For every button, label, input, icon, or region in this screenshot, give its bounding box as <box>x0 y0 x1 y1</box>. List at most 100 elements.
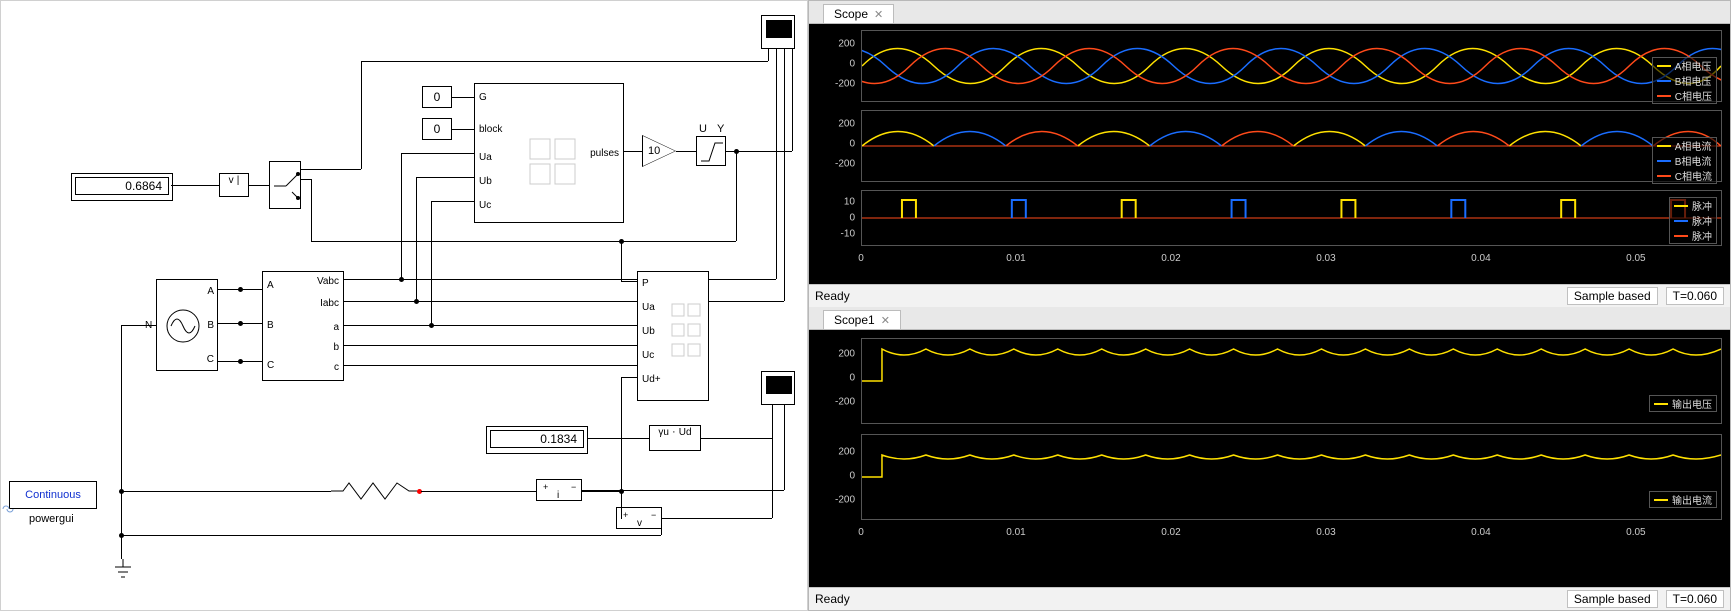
xtick: 0.02 <box>1161 527 1180 538</box>
wire <box>121 325 122 535</box>
xtick: 0.01 <box>1006 527 1025 538</box>
ytick: 200 <box>813 119 855 130</box>
ytick: 200 <box>813 447 855 458</box>
scope-icon <box>766 20 792 38</box>
switch-block[interactable] <box>269 161 301 209</box>
port-cub: Ub <box>642 326 655 337</box>
three-phase-measurement-block[interactable]: A B C Vabc Iabc a b c <box>262 271 344 381</box>
wire <box>701 438 772 439</box>
display2-block[interactable]: 0.1834 <box>486 426 588 454</box>
wire <box>621 281 637 282</box>
legend-item: 脉冲 <box>1692 198 1712 213</box>
wire <box>416 177 474 178</box>
wire <box>249 185 269 186</box>
node <box>734 149 739 154</box>
scope1-body[interactable]: 200 0 -200 200 0 -200 输出电压 <box>809 330 1730 587</box>
three-phase-source-block[interactable]: A B C N <box>156 279 218 371</box>
wire <box>624 151 642 152</box>
voltage-sensor-block[interactable]: +−v <box>616 507 662 529</box>
converter-block[interactable]: P Ua Ub Uc Ud+ <box>637 271 709 401</box>
port-cua: Ua <box>642 302 655 313</box>
scope1-block[interactable] <box>761 371 795 405</box>
ytick: 0 <box>813 471 855 482</box>
wire <box>431 201 474 202</box>
node <box>619 239 624 244</box>
svg-text:i: i <box>557 490 559 501</box>
wire <box>311 241 736 242</box>
scope1-tab[interactable]: Scope1 ✕ <box>823 310 901 329</box>
xtick: 0.04 <box>1471 527 1490 538</box>
ytick: 200 <box>813 39 855 50</box>
scope-block[interactable] <box>761 15 795 49</box>
svg-text:+: + <box>623 510 628 520</box>
current-sensor-block[interactable]: +−i <box>536 479 582 501</box>
scope-tab[interactable]: Scope ✕ <box>823 4 894 23</box>
port-uc: Uc <box>479 200 491 211</box>
simulink-canvas[interactable]: 0 0 G block Ua Ub Uc pulses 10 U <box>0 0 808 611</box>
legend-current: A相电流 B相电流 C相电流 <box>1652 137 1717 184</box>
ytick: -10 <box>813 229 855 240</box>
wire <box>311 179 312 241</box>
close-icon[interactable]: ✕ <box>881 314 890 327</box>
root: 0 0 G block Ua Ub Uc pulses 10 U <box>0 0 1731 611</box>
ground-icon <box>113 559 133 581</box>
constant-g[interactable]: 0 <box>422 86 452 108</box>
legend-pulse: 脉冲 脉冲 脉冲 <box>1669 197 1717 244</box>
scope-body[interactable]: 200 0 -200 200 0 -200 10 0 -10 A相电压 <box>809 24 1730 284</box>
svg-text:−: − <box>571 482 576 492</box>
wire <box>401 153 402 279</box>
legend-item: A相电压 <box>1675 58 1712 73</box>
saturation-block[interactable] <box>696 136 726 166</box>
abs-block[interactable]: v | <box>219 173 249 197</box>
wire <box>736 151 737 241</box>
wire <box>361 61 768 62</box>
wire <box>586 438 649 439</box>
pulse-generator-block[interactable]: G block Ua Ub Uc pulses <box>474 83 624 223</box>
wire <box>452 97 474 98</box>
scope-yaxis: 200 0 -200 200 0 -200 10 0 -10 <box>809 24 859 284</box>
legend-voltage: A相电压 B相电压 C相电压 <box>1652 57 1717 104</box>
node <box>619 489 624 494</box>
wire <box>792 55 793 151</box>
wire <box>121 535 661 536</box>
mean-block[interactable]: γu · Ud <box>649 425 701 451</box>
wire <box>621 377 622 459</box>
wire <box>662 518 772 519</box>
display1-block[interactable]: 0.6864 <box>71 173 173 201</box>
powergui-block[interactable]: Continuous <box>9 481 97 509</box>
port-udp: Ud+ <box>642 374 661 385</box>
resistor-block[interactable] <box>331 481 421 501</box>
scope-panels: Scope ✕ 200 0 -200 200 0 -200 10 0 -10 <box>808 0 1731 611</box>
wire <box>676 151 696 152</box>
sat-in-label: U <box>699 123 707 135</box>
powergui-mode: Continuous <box>25 489 81 501</box>
port-c2: c <box>334 362 339 373</box>
wire <box>121 325 156 326</box>
thyristor-bridge-icon <box>670 302 704 362</box>
ytick: 10 <box>813 197 855 208</box>
scope1-tab-label: Scope1 <box>834 313 875 327</box>
legend-item: C相电流 <box>1675 168 1712 183</box>
wire <box>776 55 777 279</box>
status-ready: Ready <box>815 592 850 606</box>
ground-block[interactable] <box>113 559 133 581</box>
scope-status-bar: Ready Sample based T=0.060 <box>809 284 1730 307</box>
wire <box>784 411 785 490</box>
scope1-tabbar: Scope1 ✕ <box>809 307 1730 330</box>
scope-icon <box>766 376 792 394</box>
constant-value: 0 <box>434 122 441 136</box>
port-C: C <box>267 360 274 371</box>
status-time: T=0.060 <box>1666 590 1724 608</box>
constant-block[interactable]: 0 <box>422 118 452 140</box>
wire <box>772 411 773 438</box>
ytick: -200 <box>813 79 855 90</box>
port-cuc: Uc <box>642 350 654 361</box>
constant-value: 0 <box>434 90 441 104</box>
status-mode: Sample based <box>1567 287 1658 305</box>
port-Iabc: Iabc <box>320 298 339 309</box>
xtick: 0.04 <box>1471 253 1490 264</box>
close-icon[interactable]: ✕ <box>874 8 883 21</box>
xtick: 0.01 <box>1006 253 1025 264</box>
xtick: 0.03 <box>1316 253 1335 264</box>
scope-plot-current: A相电流 B相电流 C相电流 <box>861 110 1722 182</box>
